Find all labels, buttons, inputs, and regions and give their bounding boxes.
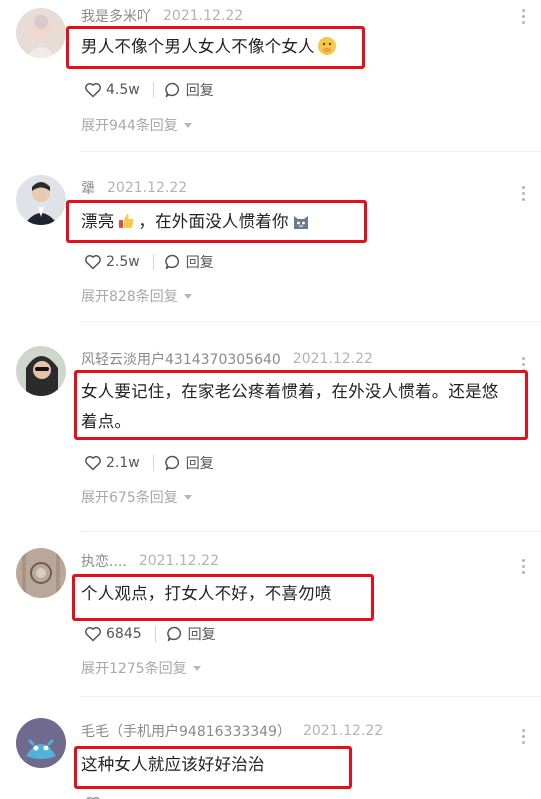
comment-item: 毛毛（手机用户94816333349） 2021.12.22 这种女人就应该好好…: [0, 715, 541, 799]
timestamp: 2021.12.22: [138, 553, 219, 569]
divider: [81, 321, 541, 322]
avatar[interactable]: [16, 8, 66, 58]
chevron-down-icon: [183, 495, 192, 500]
more-options-icon[interactable]: [516, 559, 532, 575]
comment-item: 我是多米吖 2021.12.22 男人不像个男人女人不像个女人 4.5w 回复 …: [0, 0, 541, 152]
more-options-icon[interactable]: [516, 186, 532, 202]
chevron-down-icon: [192, 666, 201, 671]
chevron-down-icon: [183, 294, 192, 299]
comment-text: 女人要记住，在家老公疼着惯着，在外没人惯着。还是悠 着点。: [81, 382, 499, 431]
avatar[interactable]: [16, 718, 66, 768]
face-with-hand-over-mouth-icon: [317, 37, 336, 55]
comment-item: 风轻云淡用户4314370305640 2021.12.22 女人要记住，在家老…: [0, 343, 541, 535]
username[interactable]: 犟: [81, 178, 95, 198]
more-options-icon[interactable]: [516, 9, 532, 25]
expand-replies-button[interactable]: 展开1275条回复: [81, 658, 201, 678]
like-count: 4.5w: [106, 82, 140, 98]
comment-text: 漂亮 ，在外面没人惯着你: [81, 207, 313, 237]
reply-bubble-icon[interactable]: [164, 454, 182, 472]
divider: [81, 531, 541, 532]
reply-button[interactable]: 回复: [186, 252, 214, 272]
more-options-icon[interactable]: [516, 729, 532, 745]
comment-text: 个人观点，打女人不好，不喜勿喷: [81, 584, 332, 603]
reply-button[interactable]: 回复: [186, 453, 214, 473]
avatar[interactable]: [16, 175, 66, 225]
divider: [152, 455, 154, 471]
timestamp: 2021.12.22: [292, 351, 373, 367]
expand-replies-button[interactable]: 展开675条回复: [81, 487, 192, 507]
divider: [81, 696, 541, 697]
heart-icon[interactable]: [84, 81, 102, 99]
heart-icon[interactable]: [84, 795, 102, 799]
expand-replies-button[interactable]: 展开828条回复: [81, 286, 192, 306]
reply-button[interactable]: 回复: [188, 624, 216, 644]
timestamp: 2021.12.22: [302, 723, 384, 739]
heart-icon[interactable]: [84, 253, 102, 271]
timestamp: 2021.12.22: [107, 180, 188, 196]
reply-button[interactable]: 回复: [186, 80, 214, 100]
reply-bubble-icon[interactable]: [164, 81, 182, 99]
username[interactable]: 执恋....: [81, 551, 127, 571]
comment-item: 犟 2021.12.22 漂亮 ，在外面没人惯着你 2.5w 回复 展开828条回…: [0, 172, 541, 322]
cat-face-icon: [293, 216, 308, 229]
reply-bubble-icon[interactable]: [164, 253, 182, 271]
avatar[interactable]: [16, 346, 66, 396]
like-count: 2.1w: [106, 455, 140, 471]
username[interactable]: 毛毛（手机用户94816333349）: [81, 721, 291, 741]
like-count: 6845: [106, 626, 142, 642]
divider: [152, 82, 154, 98]
comment-item: 执恋.... 2021.12.22 个人观点，打女人不好，不喜勿喷 6845 回…: [0, 545, 541, 697]
like-count: 2.5w: [106, 254, 140, 270]
username[interactable]: 风轻云淡用户4314370305640: [81, 349, 281, 369]
avatar[interactable]: [16, 548, 66, 598]
chevron-down-icon: [183, 123, 192, 128]
comment-text: 男人不像个男人女人不像个女人: [81, 32, 339, 62]
thumbs-up-icon: [119, 214, 135, 228]
divider: [81, 151, 541, 152]
reply-bubble-icon[interactable]: [166, 625, 184, 643]
divider: [152, 254, 154, 270]
comment-text: 这种女人就应该好好治治: [81, 755, 265, 774]
expand-replies-button[interactable]: 展开944条回复: [81, 115, 192, 135]
username[interactable]: 我是多米吖: [81, 6, 151, 26]
timestamp: 2021.12.22: [163, 8, 244, 24]
heart-icon[interactable]: [84, 625, 102, 643]
heart-icon[interactable]: [84, 454, 102, 472]
divider: [154, 626, 156, 642]
